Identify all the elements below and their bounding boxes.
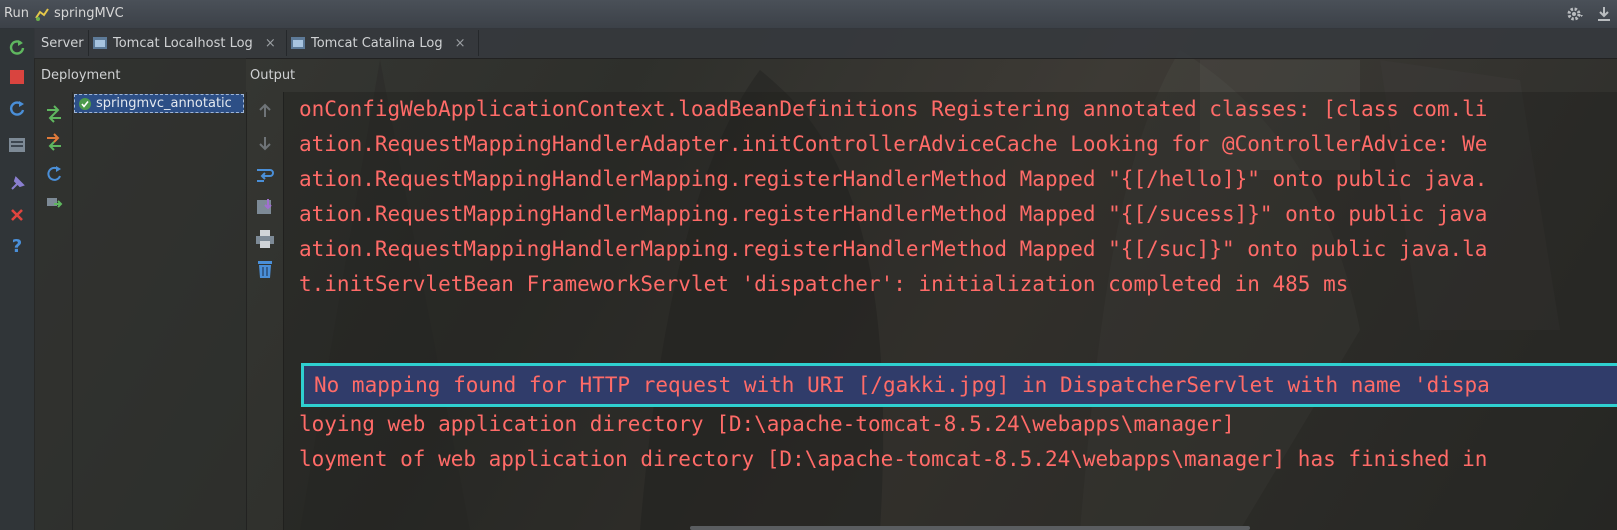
tab-divider bbox=[88, 30, 89, 56]
close-tab-icon[interactable]: × bbox=[265, 36, 276, 51]
console-line: No mapping found for HTTP request with U… bbox=[314, 373, 1490, 397]
close-tab-icon[interactable]: × bbox=[455, 36, 466, 51]
rerun-icon bbox=[9, 40, 25, 55]
dump-threads-icon bbox=[9, 138, 25, 152]
tab-label: Tomcat Catalina Log bbox=[311, 35, 443, 51]
tab-label: Server bbox=[41, 35, 84, 51]
deployment-toolbar bbox=[36, 92, 73, 530]
run-config-icon bbox=[35, 8, 49, 21]
output-title: Output bbox=[250, 68, 296, 83]
tab-server[interactable]: Server bbox=[41, 28, 84, 58]
soft-wrap-icon[interactable] bbox=[254, 164, 276, 186]
output-toolbar bbox=[246, 92, 284, 530]
tab-divider bbox=[286, 30, 287, 56]
log-file-icon bbox=[93, 37, 107, 49]
console-line: t.initServletBean FrameworkServlet 'disp… bbox=[299, 272, 1349, 296]
close-button[interactable] bbox=[6, 204, 28, 226]
console-line: ation.RequestMappingHandlerMapping.regis… bbox=[299, 237, 1488, 261]
horizontal-scrollbar[interactable] bbox=[690, 526, 1250, 530]
gear-icon[interactable] bbox=[1566, 5, 1584, 23]
pin-tab-button[interactable] bbox=[6, 173, 28, 195]
stop-icon bbox=[10, 70, 24, 84]
update-icon bbox=[10, 101, 25, 116]
close-icon bbox=[11, 209, 23, 221]
console-line: loyment of web application directory [D:… bbox=[299, 447, 1488, 471]
hide-panel-icon[interactable] bbox=[1596, 5, 1612, 23]
console-line: loying web application directory [D:\apa… bbox=[299, 412, 1235, 436]
deployment-artifact-item[interactable]: springmvc_annotatic bbox=[74, 94, 244, 113]
console-output[interactable]: onConfigWebApplicationContext.loadBeanDe… bbox=[283, 92, 1617, 530]
deployment-item-label: springmvc_annotatic bbox=[96, 96, 232, 111]
stop-button[interactable] bbox=[6, 66, 28, 88]
print-icon[interactable] bbox=[254, 228, 276, 250]
tab-divider bbox=[478, 30, 479, 56]
check-circle-icon bbox=[79, 97, 91, 110]
deploy-icon[interactable] bbox=[44, 104, 64, 124]
tab-tomcat-catalina-log[interactable]: Tomcat Catalina Log × bbox=[290, 28, 466, 58]
run-toolbar: ? bbox=[0, 28, 35, 530]
console-line: onConfigWebApplicationContext.loadBeanDe… bbox=[299, 97, 1488, 121]
update-button[interactable] bbox=[6, 97, 28, 119]
tab-tomcat-localhost-log[interactable]: Tomcat Localhost Log × bbox=[92, 28, 276, 58]
tab-bar: Server Tomcat Localhost Log × Tomcat Cat… bbox=[34, 28, 1617, 59]
clear-all-icon[interactable] bbox=[254, 258, 276, 280]
scroll-up-icon[interactable] bbox=[254, 100, 276, 122]
scroll-to-end-icon[interactable] bbox=[254, 196, 276, 218]
rerun-button[interactable] bbox=[6, 36, 28, 58]
project-name: springMVC bbox=[54, 6, 124, 21]
run-label: Run bbox=[4, 6, 29, 21]
log-file-icon bbox=[291, 37, 305, 49]
console-line: ation.RequestMappingHandlerMapping.regis… bbox=[299, 202, 1488, 226]
artifact-icon[interactable] bbox=[44, 194, 64, 214]
redeploy-icon[interactable] bbox=[44, 164, 64, 184]
run-tool-window-header: Run springMVC bbox=[0, 0, 1617, 29]
scroll-down-icon[interactable] bbox=[254, 132, 276, 154]
help-button[interactable]: ? bbox=[6, 235, 28, 257]
undeploy-icon[interactable] bbox=[44, 132, 64, 152]
console-line: ation.RequestMappingHandlerAdapter.initC… bbox=[299, 132, 1488, 156]
help-icon: ? bbox=[11, 235, 23, 257]
dump-threads-button[interactable] bbox=[6, 134, 28, 156]
tab-label: Tomcat Localhost Log bbox=[113, 35, 253, 51]
console-line: ation.RequestMappingHandlerMapping.regis… bbox=[299, 167, 1488, 191]
highlighted-console-line: No mapping found for HTTP request with U… bbox=[301, 363, 1617, 407]
pin-icon bbox=[11, 176, 25, 190]
deployment-title: Deployment bbox=[41, 68, 121, 83]
